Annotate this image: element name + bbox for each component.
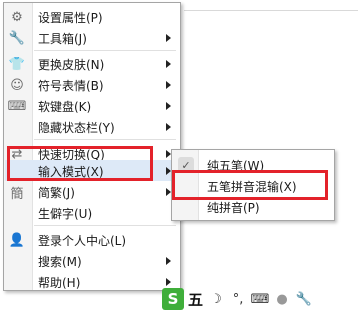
menu-item-help[interactable]: 帮助(H) <box>5 271 179 292</box>
menu-separator <box>34 50 176 51</box>
menu-item-hide-statusbar[interactable]: 隐藏状态栏(Y) <box>5 116 179 137</box>
keyboard-icon[interactable]: ⌨ <box>251 290 270 308</box>
menu-item-label: 隐藏状态栏(Y) <box>38 121 115 135</box>
menu-item-symbols[interactable]: ☺ 符号表情(B) <box>5 74 179 95</box>
gear-icon: ⚙ <box>11 9 23 25</box>
menu-item-login[interactable]: 👤 登录个人中心(L) <box>5 229 179 250</box>
punctuation-icon[interactable]: °, <box>229 290 247 308</box>
menu-item-label: 工具箱(J) <box>38 32 87 46</box>
submenu-item-label: 纯拼音(P) <box>207 201 260 215</box>
background-line <box>184 10 358 11</box>
submenu-arrow-icon <box>166 102 171 110</box>
menu-separator <box>34 139 176 140</box>
moon-icon[interactable]: ☽ <box>207 290 225 308</box>
submenu-arrow-icon <box>166 81 171 89</box>
input-mode-indicator[interactable]: 五 <box>188 289 203 310</box>
highlight-input-mode <box>7 146 153 181</box>
menu-item-label: 生僻字(U) <box>38 207 93 221</box>
submenu-arrow-icon <box>166 34 171 42</box>
menu-item-simplified-traditional[interactable]: 簡 简繁(J) <box>5 181 179 202</box>
menu-item-label: 简繁(J) <box>38 186 75 200</box>
shirt-icon: 👕 <box>8 56 26 72</box>
menu-item-rare-chars[interactable]: 生僻字(U) <box>5 202 179 223</box>
menu-item-skin[interactable]: 👕 更换皮肤(N) <box>5 53 179 74</box>
submenu-arrow-icon <box>166 123 171 131</box>
menu-item-soft-keyboard[interactable]: ⌨ 软键盘(K) <box>5 95 179 116</box>
simplified-traditional-icon: 簡 <box>10 186 24 202</box>
menu-separator <box>34 225 176 226</box>
sogou-logo-icon[interactable]: S <box>162 288 184 310</box>
ime-toolbar: S 五 ☽ °, ⌨ ● 🔧 <box>162 287 322 311</box>
submenu-arrow-icon <box>166 257 171 265</box>
keyboard-icon: ⌨ <box>7 98 27 114</box>
wrench-icon[interactable]: 🔧 <box>295 290 313 308</box>
menu-item-label: 设置属性(P) <box>38 11 103 25</box>
menu-item-search[interactable]: 搜索(M) <box>5 250 179 271</box>
menu-item-toolbox[interactable]: 🔧 工具箱(J) <box>5 27 179 48</box>
smiley-icon: ☺ <box>10 77 24 93</box>
menu-item-label: 搜索(M) <box>38 255 82 269</box>
menu-item-label: 更换皮肤(N) <box>38 58 105 72</box>
menu-item-label: 登录个人中心(L) <box>38 234 127 248</box>
submenu-arrow-icon <box>166 278 171 286</box>
user-icon: 👤 <box>8 232 26 248</box>
user-icon[interactable]: ● <box>273 290 291 308</box>
menu-item-label: 符号表情(B) <box>38 79 104 93</box>
wrench-icon: 🔧 <box>8 30 26 46</box>
menu-item-label: 帮助(H) <box>38 276 81 290</box>
submenu-arrow-icon <box>166 60 171 68</box>
menu-item-label: 软键盘(K) <box>38 100 92 114</box>
menu-item-settings[interactable]: ⚙ 设置属性(P) <box>5 6 179 27</box>
highlight-wubi-pinyin <box>172 170 328 200</box>
